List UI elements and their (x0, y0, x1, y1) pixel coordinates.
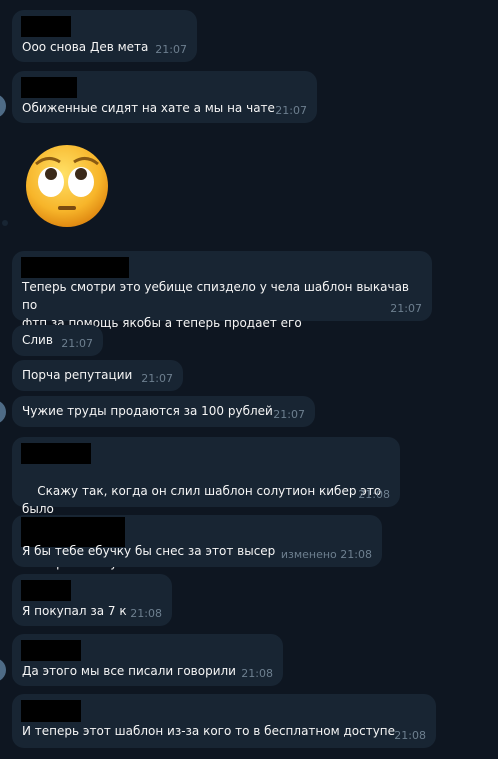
redacted-sender-name (21, 700, 81, 722)
message-text: Да этого мы все писали говорили (22, 664, 236, 678)
message-text: И теперь этот шаблон из-за кого то в бес… (22, 724, 396, 738)
avatar[interactable] (0, 400, 6, 424)
message-time: 21:07 (155, 43, 187, 56)
rolling-eyes-emoji-icon (26, 145, 108, 227)
message-bubble[interactable]: Теперь смотри это уебище спиздело у чела… (12, 251, 432, 330)
message-bubble[interactable]: Да этого мы все писали говорили 21:08 (12, 634, 283, 686)
message-bubble[interactable]: Обиженные сидят на хате а мы на чате 21:… (12, 71, 317, 123)
redacted-sender-name (21, 16, 71, 37)
avatar[interactable] (0, 94, 6, 118)
message-bubble[interactable]: Я покупал за 7 к 21:08 (12, 574, 172, 626)
message-bubble[interactable]: Порча репутации 21:07 (12, 360, 183, 391)
message-time: 21:07 (390, 302, 422, 315)
message-time: 21:08 (130, 607, 162, 620)
message-bubble[interactable]: Я бы тебе ебучку бы снес за этот высер и… (12, 515, 382, 567)
message-time: изменено 21:08 (280, 548, 372, 561)
redacted-sender-name (21, 77, 77, 98)
message-text: Теперь смотри это уебище спиздело у чела… (22, 280, 409, 330)
message-bubble[interactable]: Слив 21:07 (12, 325, 103, 356)
message-time: 21:07 (275, 104, 307, 117)
tail-dot (2, 220, 8, 226)
redacted-sender-name (21, 257, 129, 278)
message-time: 21:07 (273, 408, 305, 421)
redacted-sender-name (21, 580, 71, 601)
message-time: 21:08 (394, 729, 426, 742)
message-bubble[interactable]: И теперь этот шаблон из-за кого то в бес… (12, 694, 436, 748)
message-text: Обиженные сидят на хате а мы на чате (22, 101, 275, 115)
message-time: 21:08 (241, 667, 273, 680)
redacted-sender-name (21, 443, 91, 464)
message-bubble[interactable]: Чужие труды продаются за 100 рублей 21:0… (12, 396, 315, 427)
avatar[interactable] (0, 658, 6, 682)
message-time: 21:07 (141, 372, 173, 385)
message-text: Чужие труды продаются за 100 рублей (22, 404, 273, 418)
message-time: 21:08 (358, 488, 390, 501)
message-bubble[interactable]: Ооо снова Дев мета 21:07 (12, 10, 197, 62)
message-time: 21:07 (61, 337, 93, 350)
redacted-sender-name (21, 640, 81, 661)
message-bubble[interactable]: Скажу так, когда он слил шаблон солутион… (12, 437, 400, 570)
